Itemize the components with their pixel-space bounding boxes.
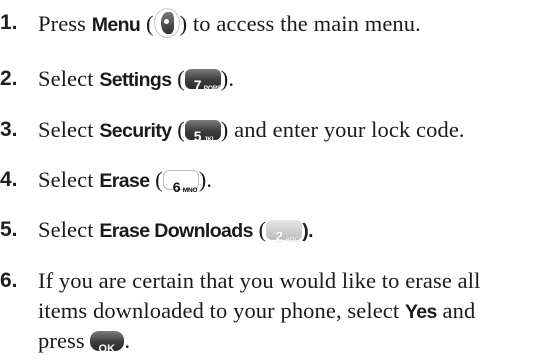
step-text-line-2: items downloaded to your phone, select Y… xyxy=(38,298,476,323)
step-number: 5. xyxy=(0,218,18,241)
key-7-icon: 7 PQRS xyxy=(184,69,222,93)
ok-key-icon: OK xyxy=(90,331,125,355)
step-text-line-3: press OK. xyxy=(38,328,131,355)
step-number: 6. xyxy=(0,269,18,292)
security-keyword: Security xyxy=(99,120,172,142)
step-number: 3. xyxy=(0,118,18,141)
menu-key-icon xyxy=(153,8,180,38)
step-number: 4. xyxy=(0,168,18,191)
step-text: Select Erase (6 MNO). xyxy=(38,167,213,195)
erase-downloads-keyword: Erase Downloads xyxy=(99,220,253,242)
step-text: Select Erase Downloads (2 ABC). xyxy=(38,217,314,244)
settings-keyword: Settings xyxy=(99,69,172,91)
yes-keyword: Yes xyxy=(404,301,437,323)
step-number: 1. xyxy=(0,11,18,34)
key-5-icon: 5 JKL xyxy=(184,120,221,144)
step-text: Select Settings (7 PQRS). xyxy=(38,66,235,93)
step-text: Select Security (5 JKL) and enter your lo… xyxy=(38,117,465,144)
key-6-icon: 6 MNO xyxy=(162,170,199,195)
key-2-icon: 2 ABC xyxy=(266,220,303,244)
step-text: Press Menu () to access the main menu. xyxy=(38,8,530,40)
step-number: 2. xyxy=(0,67,18,90)
erase-keyword: Erase xyxy=(99,170,150,192)
menu-keyword: Menu xyxy=(91,14,141,36)
step-text-line-1: If you are certain that you would like t… xyxy=(38,268,481,293)
